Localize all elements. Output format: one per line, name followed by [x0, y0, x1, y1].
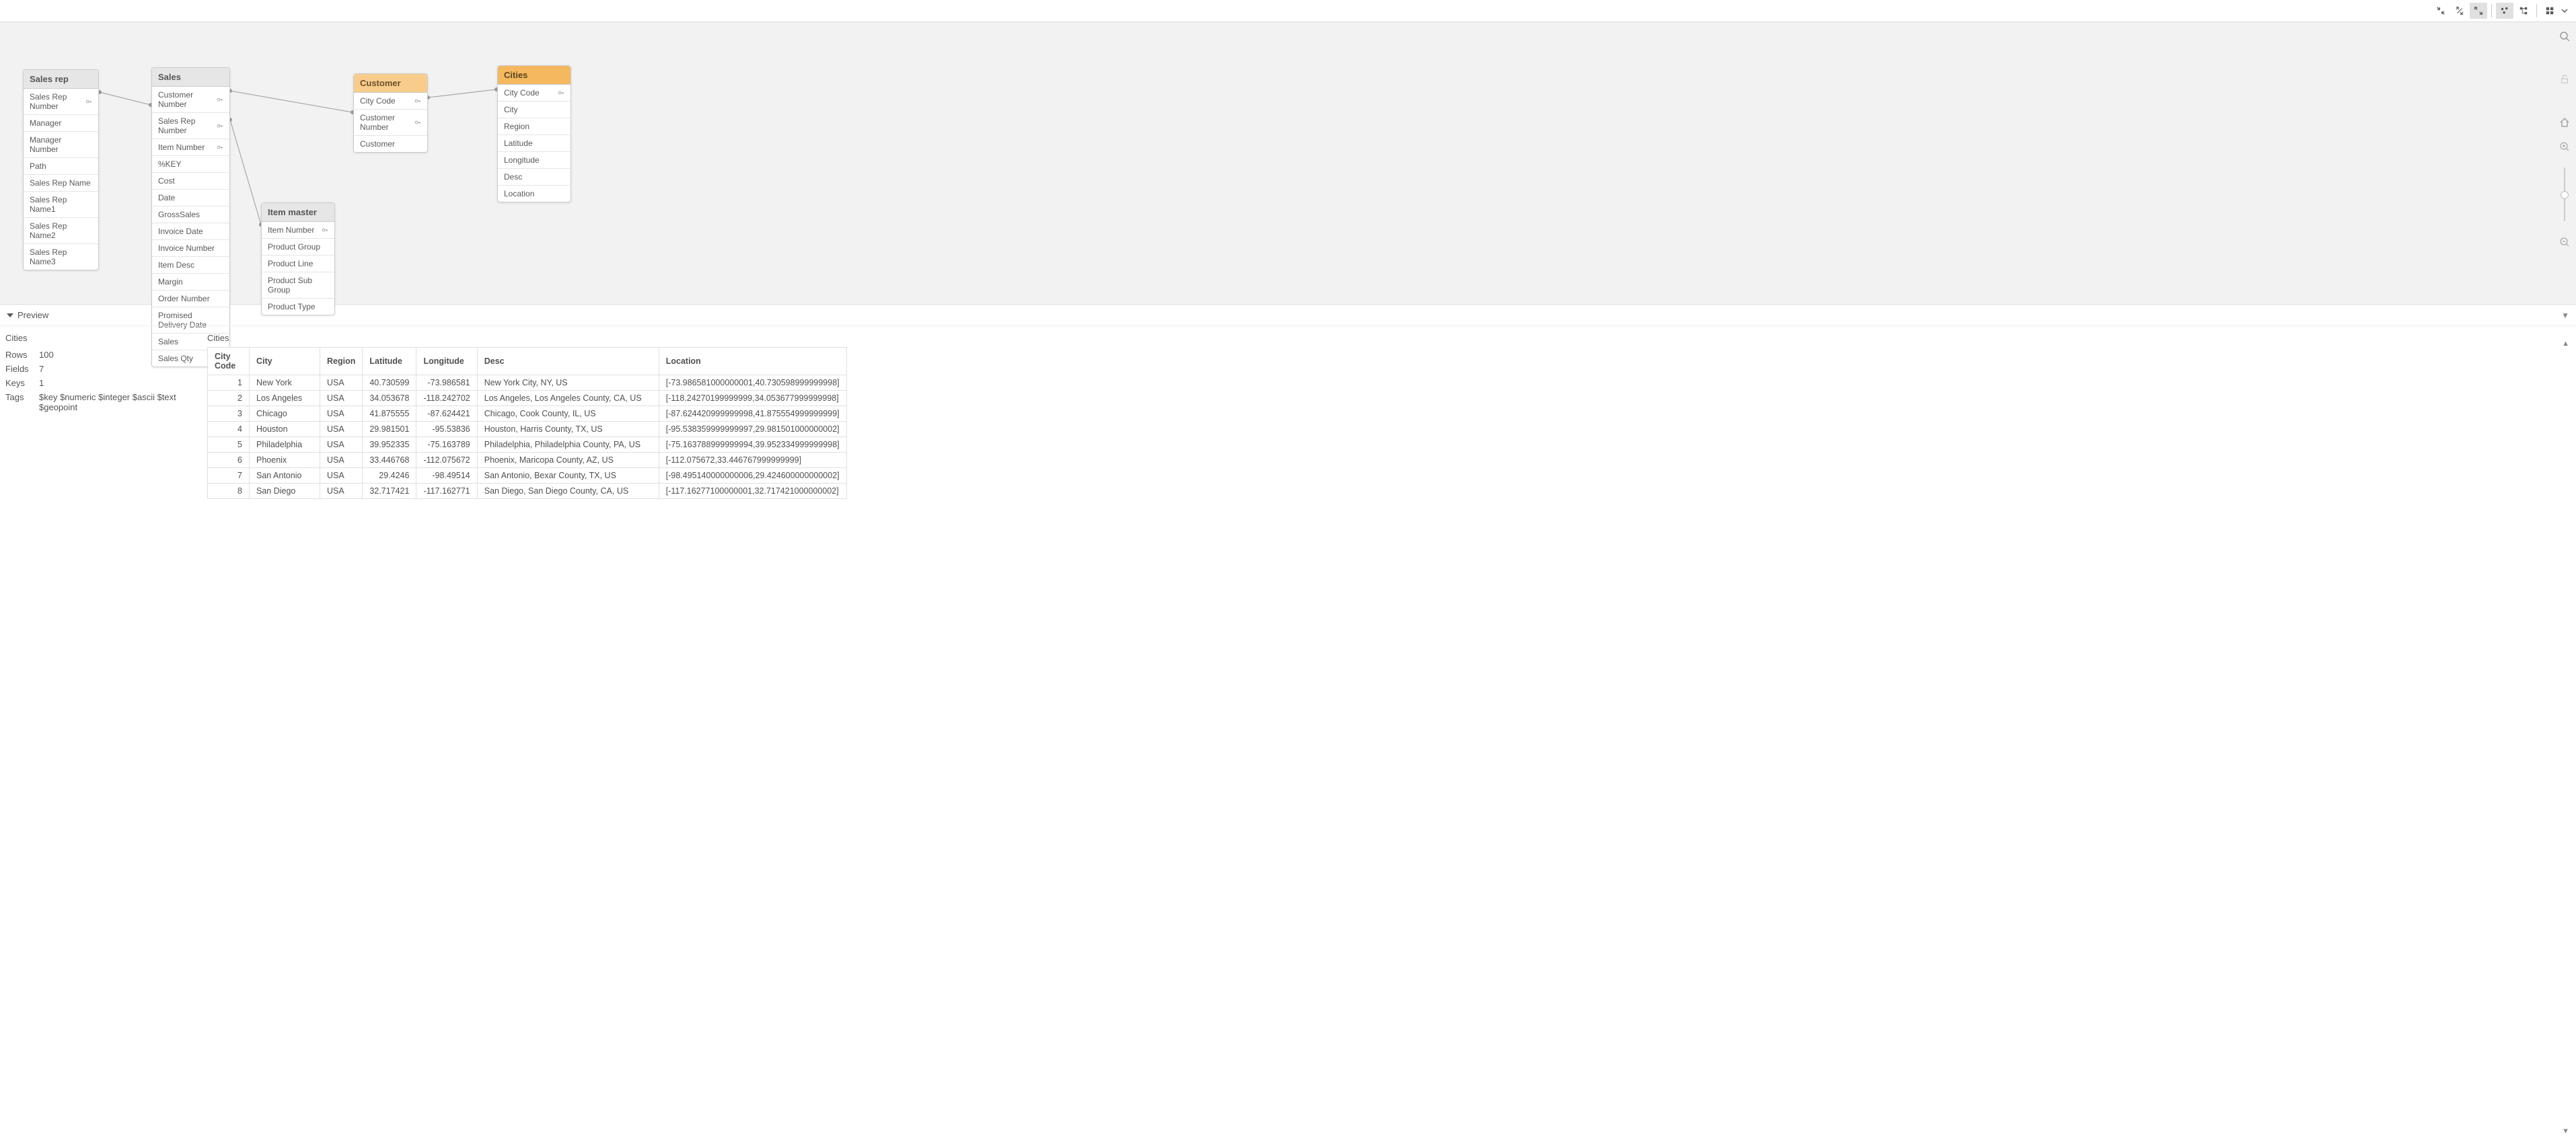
meta-rows-label: Rows: [5, 350, 39, 360]
data-title: Cities: [207, 333, 2571, 343]
data-panel: ▲ ▼ Cities City CodeCityRegionLatitudeLo…: [202, 326, 2576, 1141]
table-field[interactable]: Product Line: [262, 256, 334, 272]
table-field[interactable]: Desc: [498, 169, 571, 186]
zoom-thumb[interactable]: [2561, 191, 2569, 199]
table-field[interactable]: Date: [152, 190, 229, 206]
table-field[interactable]: Product Sub Group: [262, 272, 334, 299]
lock-icon[interactable]: [2559, 73, 2571, 85]
scroll-up-icon[interactable]: ▲: [2562, 340, 2569, 348]
table-row[interactable]: 1New YorkUSA40.730599-73.986581New York …: [208, 375, 847, 391]
table-field[interactable]: Item Number: [152, 139, 229, 156]
meta-fields-label: Fields: [5, 364, 39, 374]
preview-label: Preview: [17, 310, 48, 320]
table-field[interactable]: Product Group: [262, 239, 334, 256]
table-field[interactable]: Latitude: [498, 135, 571, 152]
separator: [2491, 4, 2492, 17]
collapse-in-icon[interactable]: [2432, 3, 2450, 19]
table-field[interactable]: Manager: [24, 115, 98, 132]
meta-tags-val: $key $numeric $integer $ascii $text $geo…: [39, 392, 196, 412]
table-header[interactable]: Item master: [262, 203, 334, 222]
table-field[interactable]: Sales Rep Name3: [24, 244, 98, 270]
home-icon[interactable]: [2559, 116, 2571, 128]
meta-keys-val: 1: [39, 378, 196, 388]
table-cities[interactable]: CitiesCity CodeCityRegionLatitudeLongitu…: [497, 65, 571, 202]
meta-tags-label: Tags: [5, 392, 39, 412]
table-field[interactable]: Item Desc: [152, 257, 229, 274]
col-header[interactable]: Latitude: [363, 348, 416, 375]
expand-out-icon[interactable]: [2470, 3, 2487, 19]
table-row[interactable]: 2Los AngelesUSA34.053678-118.242702Los A…: [208, 391, 847, 406]
table-field[interactable]: Customer Number: [354, 110, 427, 136]
table-field[interactable]: GrossSales: [152, 206, 229, 223]
col-header[interactable]: City Code: [208, 348, 250, 375]
table-row[interactable]: 7San AntonioUSA29.4246-98.49514San Anton…: [208, 468, 847, 484]
table-field[interactable]: City Code: [354, 93, 427, 110]
table-field[interactable]: Sales Rep Name: [24, 175, 98, 192]
table-field[interactable]: Manager Number: [24, 132, 98, 158]
table-customer[interactable]: CustomerCity CodeCustomer NumberCustomer: [353, 73, 428, 153]
table-field[interactable]: City Code: [498, 85, 571, 102]
meta-keys-label: Keys: [5, 378, 39, 388]
table-field[interactable]: Sales Rep Number: [24, 89, 98, 115]
separator: [2536, 4, 2537, 17]
table-header[interactable]: Customer: [354, 74, 427, 93]
collapse-alt-icon[interactable]: [2451, 3, 2468, 19]
col-header[interactable]: City: [250, 348, 320, 375]
col-header[interactable]: Region: [320, 348, 363, 375]
scatter-view-icon[interactable]: [2496, 3, 2513, 19]
table-field[interactable]: Cost: [152, 173, 229, 190]
table-field[interactable]: Item Number: [262, 222, 334, 239]
preview-body: Cities Rows100 Fields7 Keys1 Tags$key $n…: [0, 326, 2576, 1141]
table-field[interactable]: Region: [498, 118, 571, 135]
table-field[interactable]: Customer Number: [152, 87, 229, 113]
scroll-down-icon[interactable]: ▼: [2562, 1127, 2569, 1135]
col-header[interactable]: Location: [659, 348, 846, 375]
table-field[interactable]: %KEY: [152, 156, 229, 173]
table-field[interactable]: Sales Rep Name1: [24, 192, 98, 218]
table-sales-rep[interactable]: Sales repSales Rep NumberManagerManager …: [23, 69, 99, 270]
table-header[interactable]: Sales: [152, 68, 229, 87]
table-row[interactable]: 3ChicagoUSA41.875555-87.624421Chicago, C…: [208, 406, 847, 422]
zoom-in-icon[interactable]: [2559, 141, 2571, 153]
canvas-side-controls: [2559, 30, 2571, 248]
caret-down-icon: [7, 313, 13, 317]
table-field[interactable]: Sales Rep Name2: [24, 218, 98, 244]
search-icon[interactable]: [2559, 30, 2571, 42]
data-grid: City CodeCityRegionLatitudeLongitudeDesc…: [207, 347, 847, 499]
top-toolbar: [0, 0, 2576, 22]
table-field[interactable]: Invoice Date: [152, 223, 229, 240]
table-field[interactable]: City: [498, 102, 571, 118]
col-header[interactable]: Desc: [477, 348, 659, 375]
table-row[interactable]: 4HoustonUSA29.981501-95.53836Houston, Ha…: [208, 422, 847, 437]
table-field[interactable]: Margin: [152, 274, 229, 291]
table-field[interactable]: Location: [498, 186, 571, 202]
table-row[interactable]: 6PhoenixUSA33.446768-112.075672Phoenix, …: [208, 453, 847, 468]
meta-panel: Cities Rows100 Fields7 Keys1 Tags$key $n…: [0, 326, 202, 1141]
grid-header-row: City CodeCityRegionLatitudeLongitudeDesc…: [208, 348, 847, 375]
connectors: [0, 22, 2576, 304]
table-row[interactable]: 5PhiladelphiaUSA39.952335-75.163789Phila…: [208, 437, 847, 453]
table-header[interactable]: Cities: [498, 66, 571, 85]
col-header[interactable]: Longitude: [416, 348, 477, 375]
table-item-master[interactable]: Item masterItem NumberProduct GroupProdu…: [261, 202, 335, 315]
table-field[interactable]: Longitude: [498, 152, 571, 169]
table-row[interactable]: 8San DiegoUSA32.717421-117.162771San Die…: [208, 484, 847, 499]
zoom-out-icon[interactable]: [2559, 236, 2571, 248]
table-field[interactable]: Path: [24, 158, 98, 175]
chevron-down-icon[interactable]: ▼: [2561, 311, 2569, 320]
grid-view-icon[interactable]: [2541, 3, 2559, 19]
zoom-slider[interactable]: [2564, 167, 2565, 221]
tree-view-icon[interactable]: [2515, 3, 2532, 19]
table-field[interactable]: Customer: [354, 136, 427, 152]
table-field[interactable]: Sales Rep Number: [152, 113, 229, 139]
table-header[interactable]: Sales rep: [24, 70, 98, 89]
dropdown-icon[interactable]: [2560, 3, 2569, 19]
preview-toggle-bar[interactable]: Preview ▼: [0, 305, 2576, 326]
table-field[interactable]: Invoice Number: [152, 240, 229, 257]
data-model-canvas[interactable]: Sales repSales Rep NumberManagerManager …: [0, 22, 2576, 305]
